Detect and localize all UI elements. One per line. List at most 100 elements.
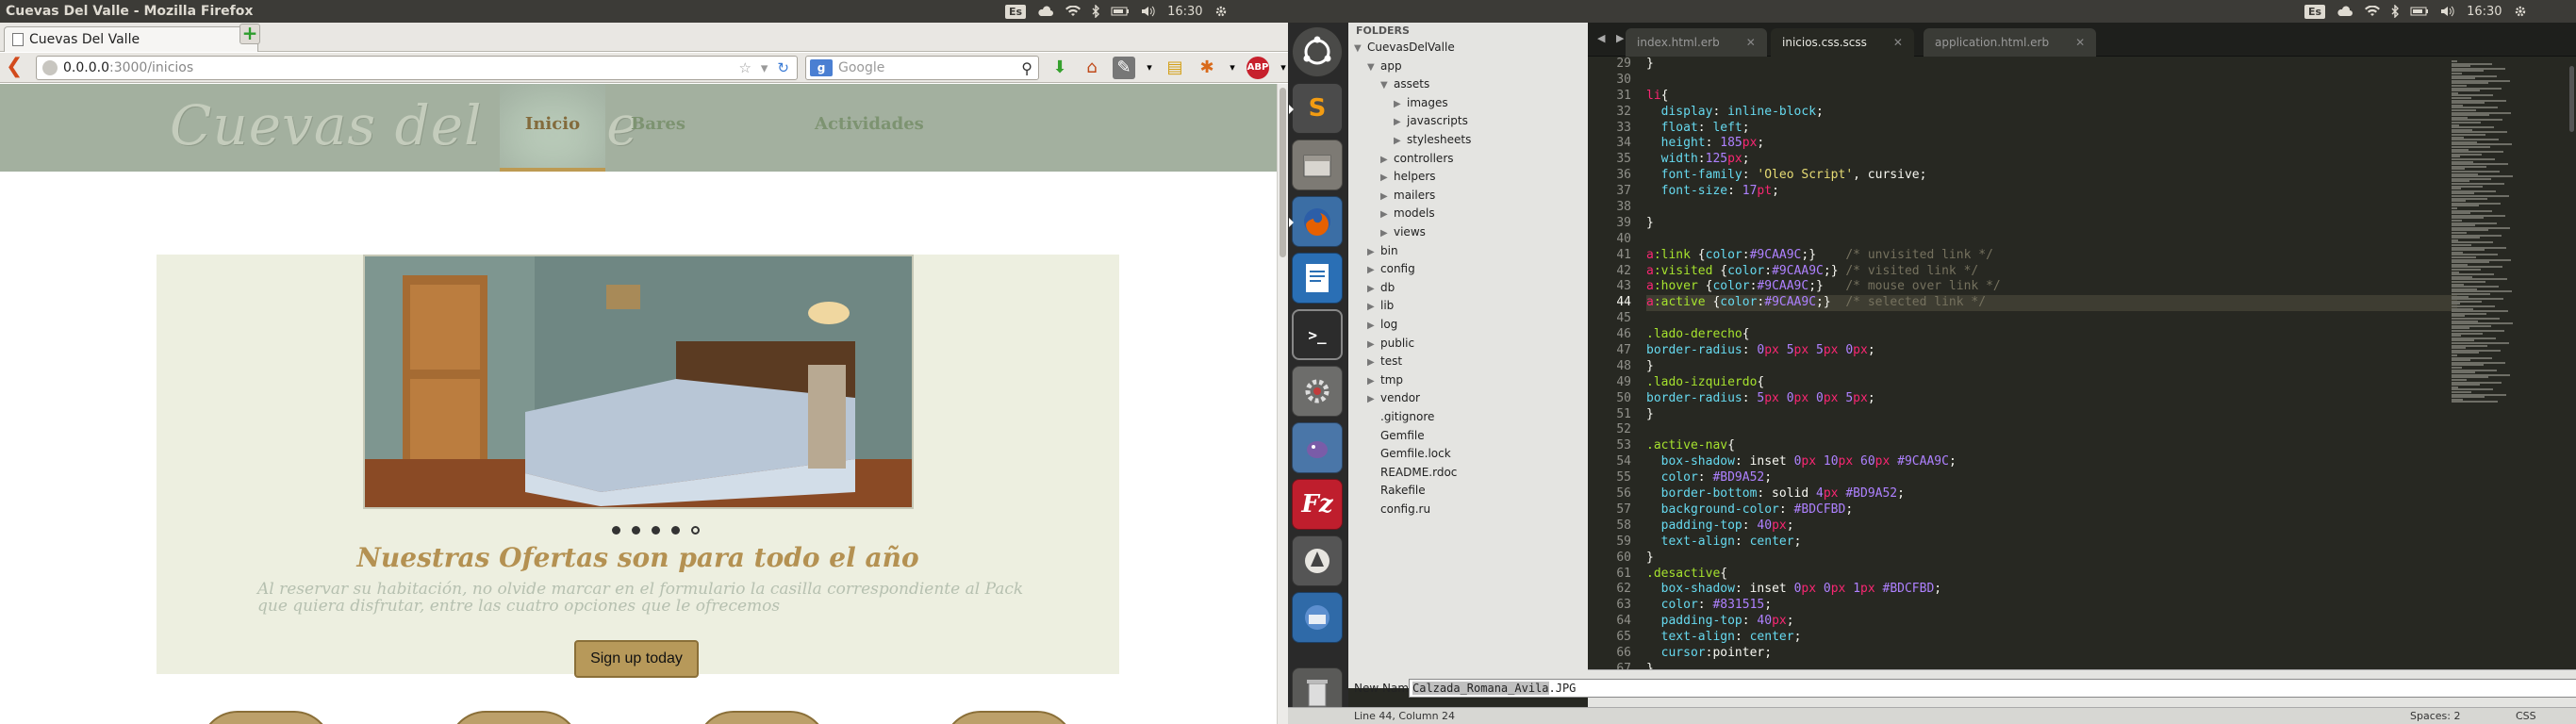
chevron-down-icon[interactable]: ▼ [1354,40,1367,58]
tree-item[interactable]: ▶ db [1367,278,1395,297]
sublime-text-icon[interactable]: S [1289,83,1343,134]
keyboard-layout-indicator[interactable]: Es [2304,4,2326,19]
offer-card[interactable] [943,711,1075,724]
code-line[interactable]: box-shadow: inset 0px 0px 1px #BDCFBD; [1646,582,2457,598]
gear-icon[interactable] [2514,5,2527,18]
carousel-dot[interactable] [671,526,680,535]
code-line[interactable]: padding-top: 40px; [1646,518,2457,535]
page-scrollbar[interactable] [1277,84,1288,724]
code-line[interactable]: text-align: center; [1646,535,2457,551]
nav-actividades[interactable]: Actividades [815,84,924,172]
new-name-input[interactable]: Calzada_Romana_Avila.JPG [1409,679,2576,698]
site-identity-icon[interactable] [42,60,58,75]
code-line[interactable]: box-shadow: inset 0px 10px 60px #9CAA9C; [1646,454,2457,470]
code-line[interactable]: } [1646,359,2457,375]
tree-item[interactable]: ▶ views [1380,222,1426,241]
code-line[interactable]: a:link {color:#9CAA9C;} /* unvisited lin… [1646,248,2457,264]
code-line[interactable]: a:visited {color:#9CAA9C;} /* visited li… [1646,264,2457,280]
back-button[interactable]: ❮ [6,57,26,79]
tree-item[interactable]: ▶ helpers [1380,167,1436,186]
code-line[interactable]: width:125px; [1646,152,2457,168]
minimap[interactable] [2448,57,2567,669]
tab-scroll-arrows-icon[interactable]: ◀ ▶ [1597,32,1627,44]
dropdown-arrow-icon[interactable]: ▾ [1279,57,1288,79]
code-line[interactable]: } [1646,216,2457,232]
wifi-icon[interactable] [1065,6,1082,17]
indentation-setting[interactable]: Spaces: 2 [2410,710,2460,722]
close-icon[interactable]: ✕ [1893,36,1903,49]
adblock-icon[interactable]: ABP [1247,57,1269,79]
downloads-icon[interactable]: ⬇ [1049,57,1071,79]
code-line[interactable]: a:active {color:#9CAA9C;} /* selected li… [1646,295,2457,312]
editor-scrollbar[interactable] [2568,57,2576,669]
code-line[interactable]: cursor:pointer; [1646,646,2457,662]
volume-icon[interactable] [1141,6,1156,17]
code-line[interactable]: li{ [1646,89,2457,105]
scrollbar-thumb[interactable] [2569,66,2574,132]
nav-bares[interactable]: Bares [605,84,711,172]
tree-item[interactable]: ▶ config [1367,259,1415,278]
close-icon[interactable]: ✕ [2075,36,2085,49]
search-input[interactable]: Google [838,60,884,75]
code-line[interactable]: padding-top: 40px; [1646,614,2457,630]
search-icon[interactable]: ⚲ [1021,59,1032,77]
code-line[interactable] [1646,200,2457,216]
code-line[interactable]: .lado-izquierdo{ [1646,375,2457,391]
keyboard-layout-indicator[interactable]: Es [1005,4,1027,19]
tree-item[interactable]: ▶ stylesheets [1394,130,1471,149]
firefox-icon[interactable] [1289,196,1343,247]
bluetooth-icon[interactable] [2391,5,2400,18]
tree-item[interactable]: README.rdoc [1367,463,1457,482]
offer-card[interactable] [200,711,332,724]
firebug-icon[interactable]: ✱ [1196,57,1218,79]
tree-item[interactable]: ▶ tmp [1367,370,1403,389]
terminal-icon[interactable]: >_ [1292,309,1343,360]
code-line[interactable] [1646,232,2457,248]
tree-item[interactable]: Gemfile.lock [1367,444,1451,463]
code-line[interactable]: height: 185px; [1646,136,2457,152]
tree-item[interactable]: ▶ vendor [1367,388,1420,407]
carousel-dot[interactable] [612,526,620,535]
tree-item[interactable]: ▶ images [1394,93,1448,112]
code-line[interactable]: .desactive{ [1646,567,2457,583]
search-engine-icon[interactable]: g [810,59,833,76]
tab-inicios-css-scss[interactable]: inicios.css.scss ✕ [1771,28,1914,57]
new-tab-button[interactable]: + [239,24,260,44]
signup-button[interactable]: Sign up today [574,640,699,678]
code-line[interactable]: font-size: 17pt; [1646,184,2457,200]
battery-icon[interactable] [1111,6,1130,17]
files-icon[interactable] [1292,140,1343,190]
system-settings-icon[interactable] [1292,366,1343,417]
cloud-icon[interactable] [2337,6,2353,17]
tree-item[interactable]: config.ru [1367,500,1430,518]
code-area[interactable]: } li{ display: inline-block; float: left;… [1646,57,2457,669]
wifi-icon[interactable] [2365,6,2381,17]
nav-inicio[interactable]: Inicio [500,84,605,172]
url-bar[interactable]: 0.0.0.0:3000/inicios ☆ ▾ ↻ [36,56,798,80]
code-line[interactable]: border-bottom: solid 4px #BD9A52; [1646,486,2457,502]
dropdown-arrow-icon[interactable]: ▾ [1145,57,1154,79]
bookmark-star-icon[interactable]: ☆ [738,59,751,76]
code-line[interactable]: } [1646,551,2457,567]
history-dropdown-icon[interactable]: ▾ [761,59,768,76]
code-line[interactable]: font-family: 'Oleo Script', cursive; [1646,168,2457,184]
carousel-dot[interactable] [652,526,660,535]
tree-item[interactable]: ▶ log [1367,315,1397,334]
tab-application-html-erb[interactable]: application.html.erb ✕ [1924,28,2097,57]
tree-item[interactable]: Gemfile [1367,426,1425,445]
code-line[interactable]: float: left; [1646,121,2457,137]
tree-item[interactable]: ▶ models [1380,204,1435,222]
bluetooth-icon[interactable] [1092,5,1100,18]
code-line[interactable]: .lado-derecho{ [1646,327,2457,343]
tree-item[interactable]: ▶ mailers [1380,186,1435,205]
filezilla-icon[interactable]: Fz [1292,479,1343,530]
code-line[interactable]: border-radius: 0px 5px 5px 0px; [1646,343,2457,359]
tab-index-html-erb[interactable]: index.html.erb ✕ [1626,28,1767,57]
close-icon[interactable]: ✕ [1746,36,1756,49]
code-line[interactable]: color: #BD9A52; [1646,470,2457,486]
pidgin-icon[interactable] [1292,422,1343,473]
code-line[interactable]: display: inline-block; [1646,105,2457,121]
tree-item[interactable]: ▶ controllers [1380,149,1454,168]
update-manager-icon[interactable] [1292,535,1343,586]
carousel-dot-active[interactable] [691,526,700,535]
